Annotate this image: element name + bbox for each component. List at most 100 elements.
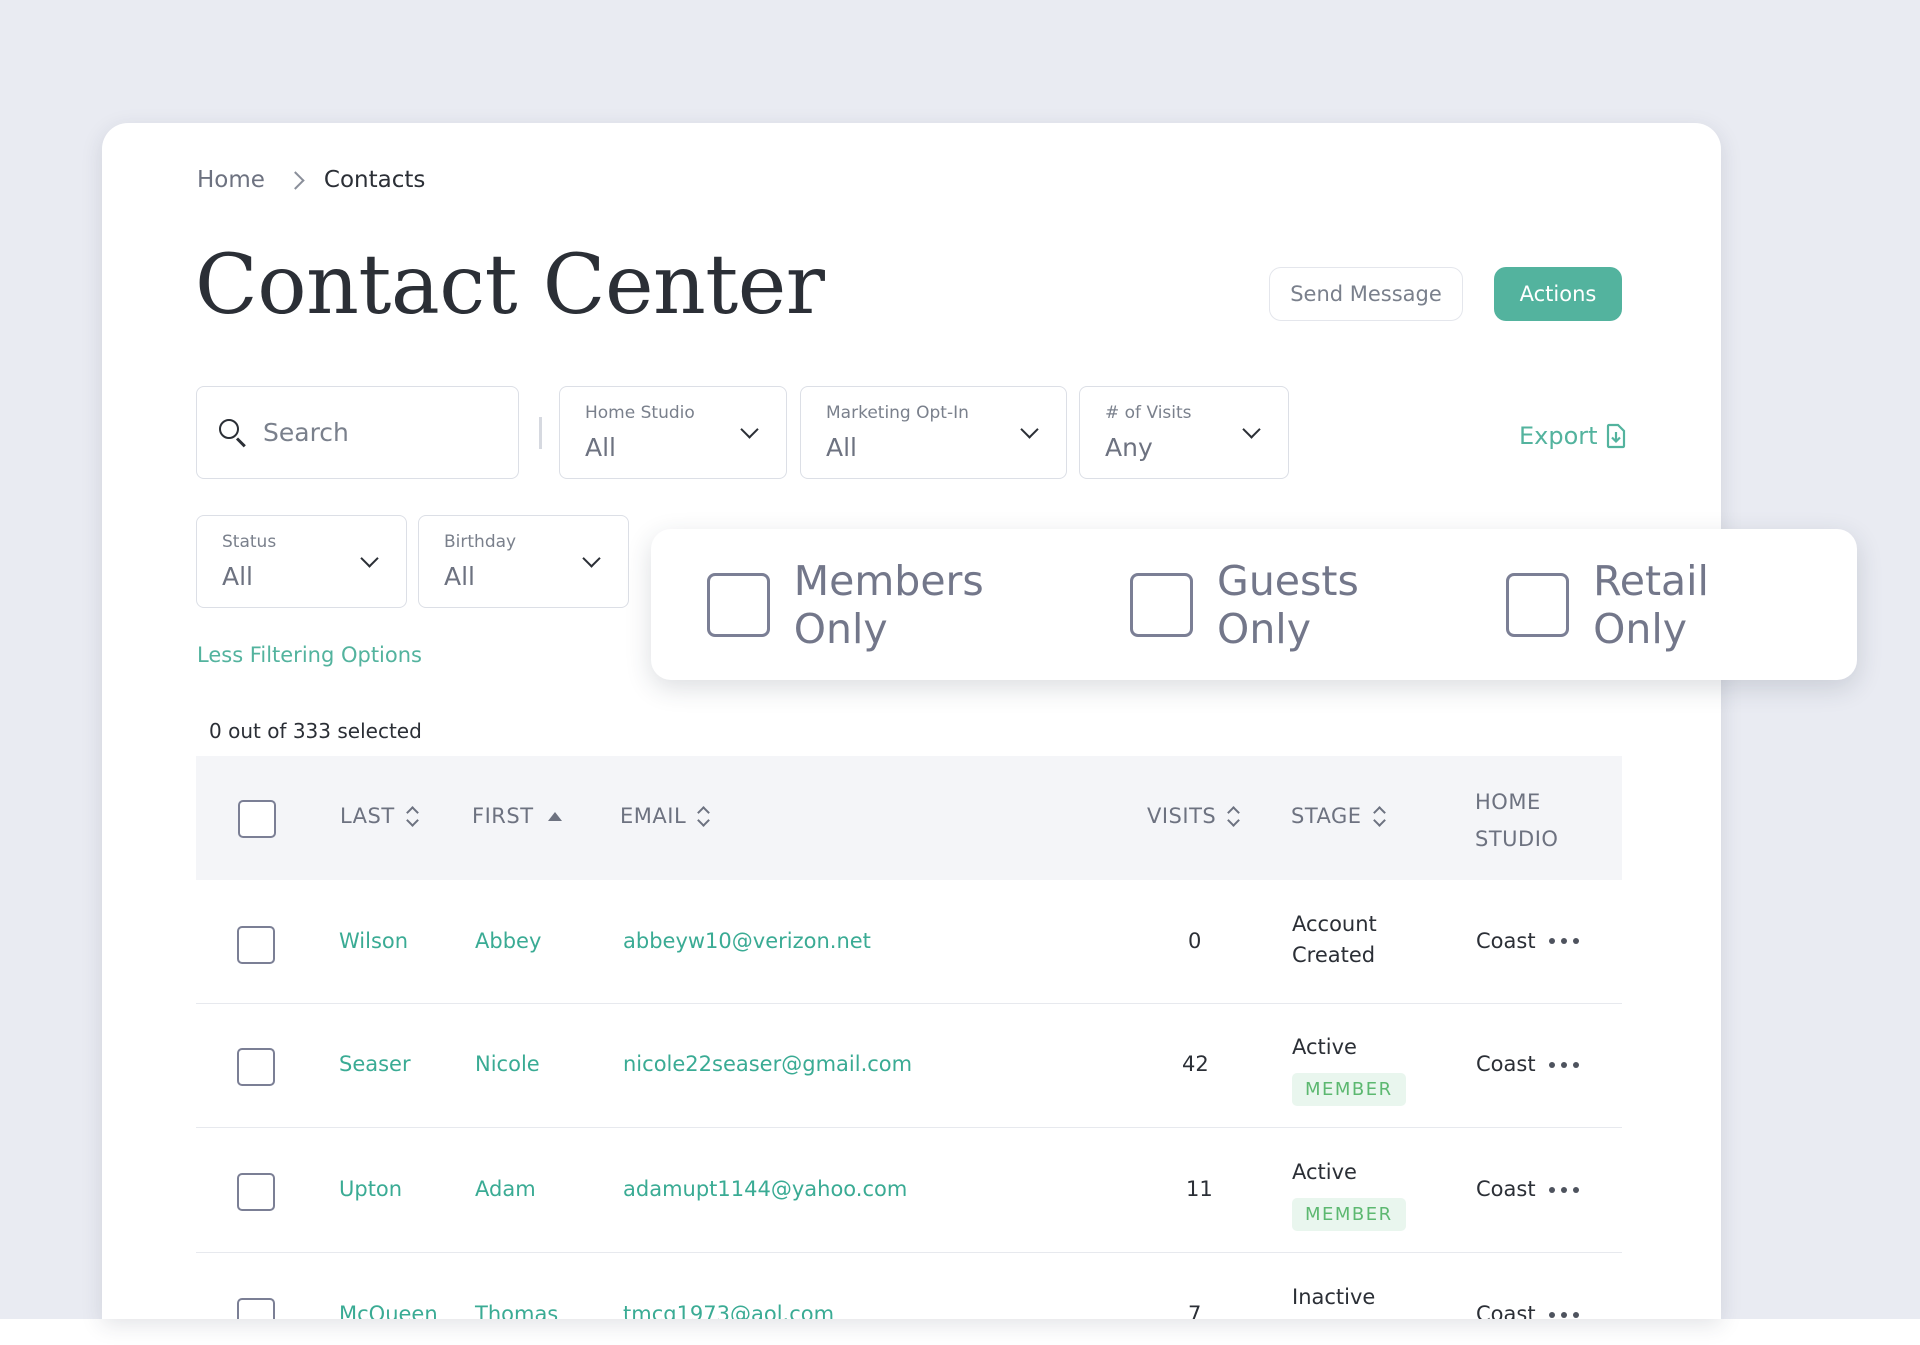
cell-first[interactable]: Adam: [475, 1177, 536, 1201]
more-horizontal-icon[interactable]: [1549, 1187, 1579, 1195]
table-row[interactable]: Wilson Abbey abbeyw10@verizon.net 0 Acco…: [196, 880, 1622, 1004]
breadcrumb-home-link[interactable]: Home: [197, 167, 265, 193]
marketing-opt-in-dropdown[interactable]: Marketing Opt-In All: [800, 386, 1067, 479]
dropdown-label: # of Visits: [1105, 403, 1192, 423]
dropdown-value: Any: [1105, 433, 1153, 462]
more-horizontal-icon[interactable]: [1549, 938, 1579, 946]
cell-email[interactable]: abbeyw10@verizon.net: [623, 929, 871, 953]
header-label: HOME: [1475, 790, 1541, 814]
retail-only-label: Retail Only: [1593, 556, 1709, 653]
more-horizontal-icon[interactable]: [1549, 1312, 1579, 1319]
stage-text: Active: [1292, 1035, 1357, 1059]
guests-only-option[interactable]: Guests Only: [1130, 557, 1460, 653]
header-label: VISITS: [1147, 804, 1217, 828]
column-header-visits[interactable]: VISITS: [1147, 804, 1240, 828]
search-placeholder: Search: [263, 418, 349, 447]
cell-home-studio: Coast: [1476, 1302, 1536, 1319]
cell-email[interactable]: nicole22seaser@gmail.com: [623, 1052, 912, 1076]
cell-visits: 7: [1188, 1302, 1202, 1319]
members-only-checkbox[interactable]: [707, 572, 770, 637]
status-dropdown[interactable]: Status All: [196, 515, 407, 608]
row-checkbox[interactable]: [237, 1298, 275, 1319]
row-checkbox[interactable]: [237, 1173, 275, 1211]
quick-filter-panel: Members Only Guests Only Retail Only: [651, 529, 1857, 680]
guests-only-label: Guests Only: [1217, 556, 1359, 653]
visits-dropdown[interactable]: # of Visits Any: [1079, 386, 1289, 479]
header-label: LAST: [340, 804, 395, 828]
page-title: Contact Center: [195, 238, 825, 333]
sort-icon: [1228, 806, 1240, 826]
actions-button[interactable]: Actions: [1494, 267, 1622, 321]
sort-icon: [698, 806, 710, 826]
column-header-email[interactable]: EMAIL: [620, 804, 710, 828]
cell-visits: 0: [1188, 929, 1202, 953]
download-file-icon: [1606, 423, 1626, 449]
stage-text: Active: [1292, 1160, 1357, 1184]
bottom-strip: [0, 1319, 1920, 1345]
cell-first[interactable]: Abbey: [475, 929, 541, 953]
header-label: STAGE: [1291, 804, 1362, 828]
breadcrumb-current: Contacts: [323, 167, 426, 193]
cell-email[interactable]: tmcq1973@aol.com: [623, 1302, 834, 1319]
column-header-stage[interactable]: STAGE: [1291, 804, 1386, 828]
cell-stage: Account Created: [1292, 909, 1377, 971]
contact-center-panel: Home Contacts Contact Center Send Messag…: [102, 123, 1721, 1319]
column-header-last[interactable]: LAST: [340, 804, 419, 828]
export-label: Export: [1519, 422, 1598, 450]
birthday-dropdown[interactable]: Birthday All: [418, 515, 629, 608]
cell-stage: Inactive: [1292, 1282, 1375, 1313]
search-icon: [217, 416, 251, 450]
cell-first[interactable]: Thomas: [475, 1302, 558, 1319]
table-header: LAST FIRST EMAIL VISITS STAGE HOME STUDI…: [196, 756, 1622, 880]
cell-last[interactable]: Wilson: [339, 929, 408, 953]
cell-last[interactable]: Seaser: [339, 1052, 411, 1076]
members-only-label: Members Only: [793, 556, 984, 653]
cell-first[interactable]: Nicole: [475, 1052, 540, 1076]
table-row[interactable]: McQueen Thomas tmcq1973@aol.com 7 Inacti…: [196, 1254, 1622, 1319]
home-studio-dropdown[interactable]: Home Studio All: [559, 386, 787, 479]
header-label: FIRST: [472, 804, 534, 828]
stage-text: Account: [1292, 912, 1377, 936]
cell-home-studio: Coast: [1476, 1052, 1536, 1076]
members-only-option[interactable]: Members Only: [707, 557, 1084, 653]
select-all-checkbox[interactable]: [238, 800, 276, 838]
stage-text: Inactive: [1292, 1285, 1376, 1309]
sort-icon: [1374, 806, 1386, 826]
table-row[interactable]: Upton Adam adamupt1144@yahoo.com 11 Acti…: [196, 1129, 1622, 1253]
header-label: EMAIL: [620, 804, 687, 828]
row-checkbox[interactable]: [237, 1048, 275, 1086]
cell-visits: 11: [1186, 1177, 1213, 1201]
column-header-home-studio: HOME STUDIO: [1475, 784, 1558, 858]
dropdown-label: Birthday: [444, 532, 517, 552]
cell-last[interactable]: McQueen: [339, 1302, 438, 1319]
sort-icon: [407, 806, 419, 826]
header-label: STUDIO: [1475, 827, 1559, 851]
less-filtering-options-link[interactable]: Less Filtering Options: [197, 643, 422, 667]
export-button[interactable]: Export: [1519, 422, 1626, 450]
row-checkbox[interactable]: [237, 926, 275, 964]
stage-text: Created: [1292, 943, 1376, 967]
send-message-button[interactable]: Send Message: [1269, 267, 1463, 321]
more-horizontal-icon[interactable]: [1549, 1062, 1579, 1070]
dropdown-label: Home Studio: [585, 403, 695, 423]
sort-ascending-icon: [547, 811, 562, 821]
chevron-right-icon: [286, 170, 305, 190]
retail-only-checkbox[interactable]: [1506, 572, 1570, 637]
breadcrumb: Home Contacts: [197, 163, 425, 197]
cell-visits: 42: [1182, 1052, 1209, 1076]
cell-email[interactable]: adamupt1144@yahoo.com: [623, 1177, 907, 1201]
member-badge: MEMBER: [1292, 1073, 1406, 1106]
cell-stage: Active MEMBER: [1292, 1032, 1406, 1106]
dropdown-value: All: [222, 562, 253, 591]
cell-last[interactable]: Upton: [339, 1177, 402, 1201]
search-input[interactable]: Search: [196, 386, 519, 479]
dropdown-label: Status: [222, 532, 277, 552]
column-header-first[interactable]: FIRST: [472, 804, 562, 828]
cell-home-studio: Coast: [1476, 1177, 1536, 1201]
cell-home-studio: Coast: [1476, 929, 1536, 953]
retail-only-option[interactable]: Retail Only: [1506, 557, 1811, 653]
guests-only-checkbox[interactable]: [1130, 572, 1194, 637]
table-row[interactable]: Seaser Nicole nicole22seaser@gmail.com 4…: [196, 1004, 1622, 1128]
selection-count: 0 out of 333 selected: [209, 719, 422, 743]
filter-divider: [539, 417, 542, 449]
